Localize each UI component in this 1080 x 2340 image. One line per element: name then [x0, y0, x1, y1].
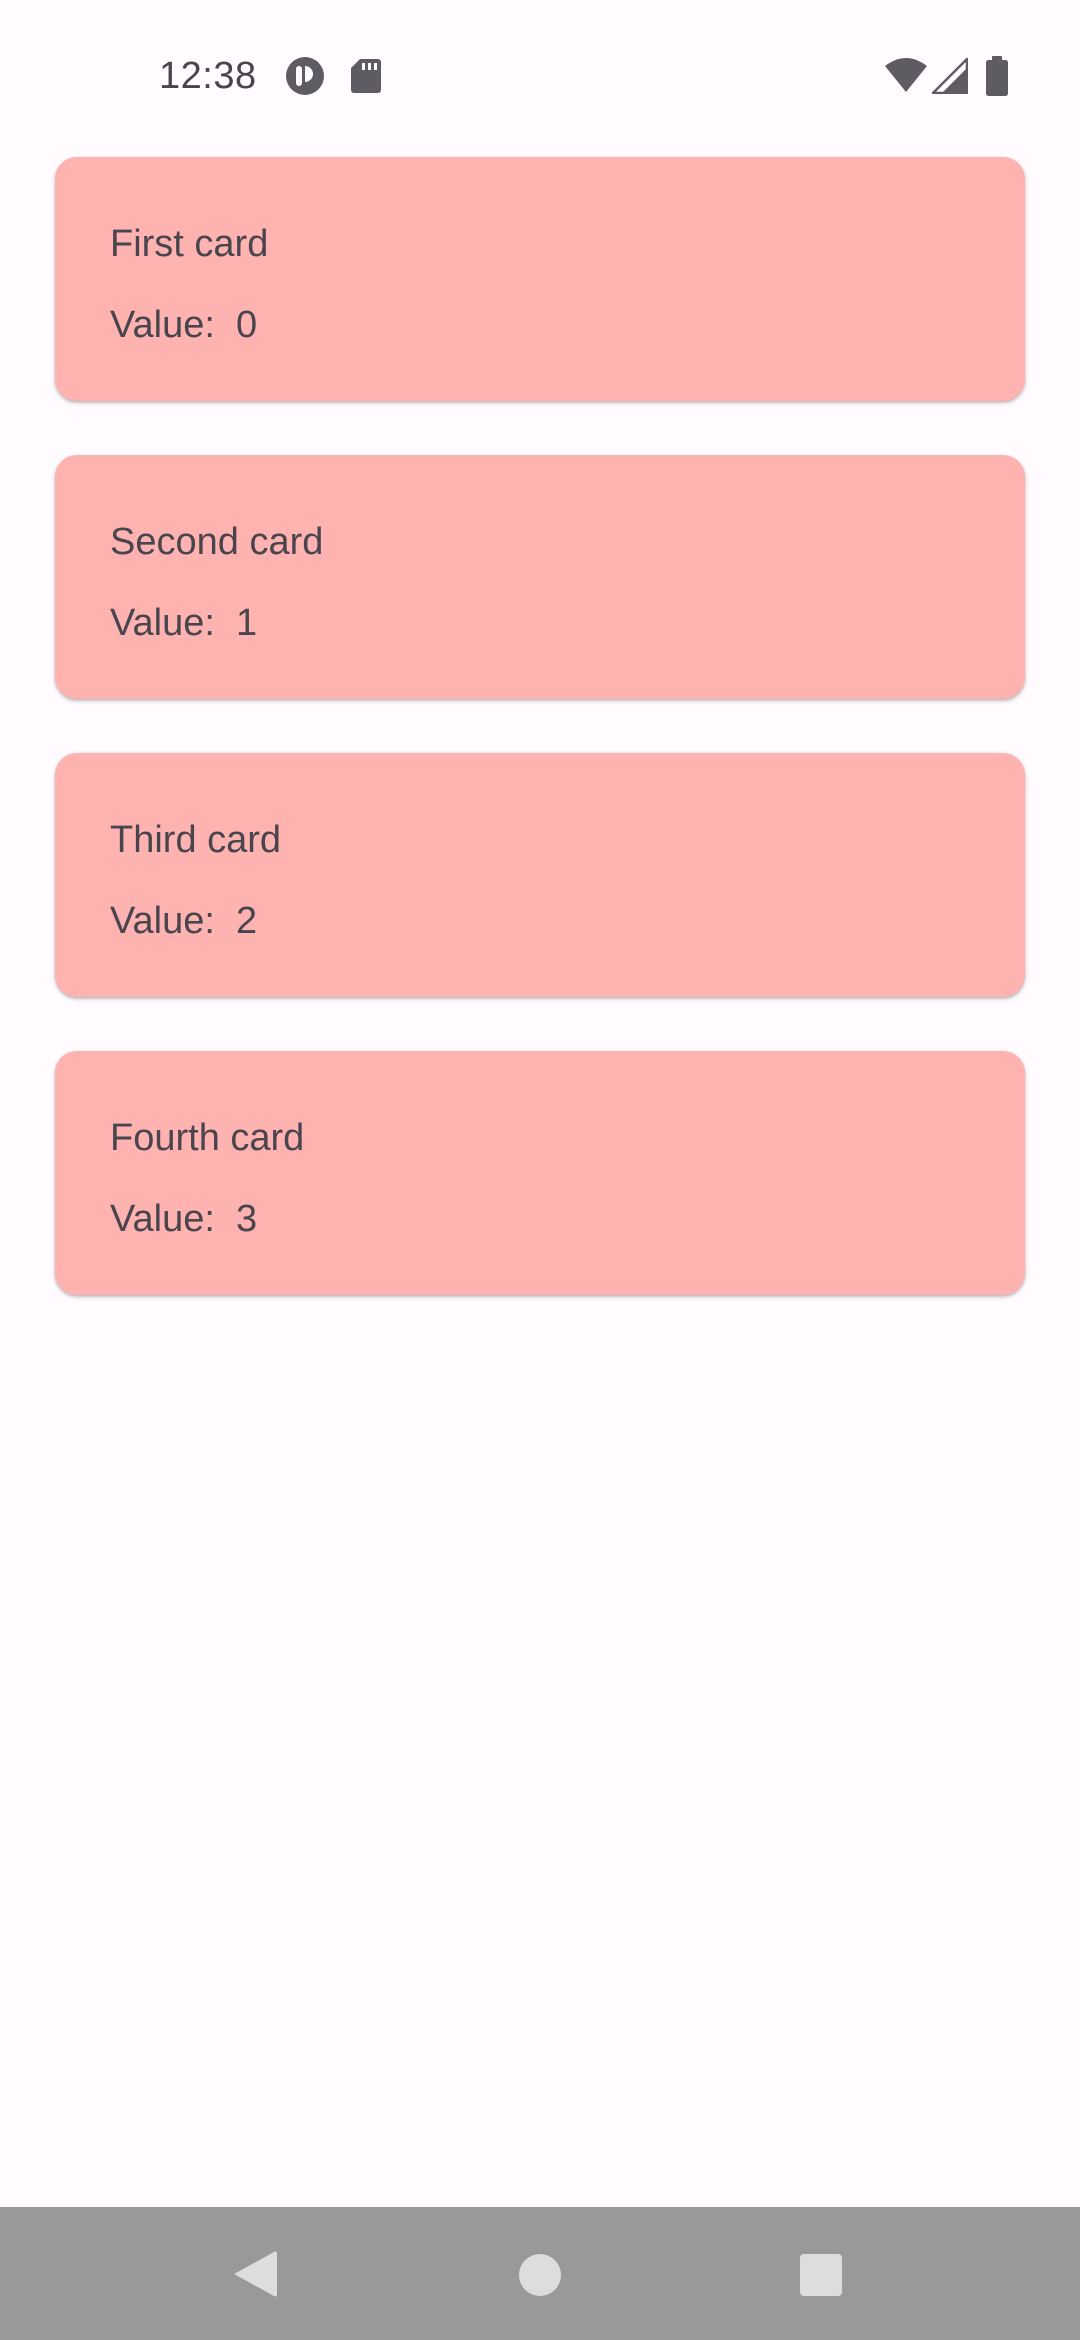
card-third[interactable]: Third card Value: 2 [55, 753, 1025, 997]
back-icon[interactable] [232, 2249, 278, 2299]
card-second[interactable]: Second card Value: 1 [55, 455, 1025, 699]
status-time: 12:38 [159, 55, 257, 97]
card-title: Fourth card [110, 1117, 305, 1159]
card-first[interactable]: First card Value: 0 [55, 157, 1025, 401]
battery-icon [986, 56, 1008, 96]
app-notification-icon [286, 57, 324, 95]
card-value: Value: 2 [110, 900, 258, 942]
recents-icon[interactable] [800, 2254, 842, 2296]
cell-signal-icon [932, 58, 968, 94]
status-bar: 12:38 [0, 0, 1080, 150]
card-value: Value: 1 [110, 602, 258, 644]
wifi-icon [885, 58, 927, 92]
card-list: First card Value: 0 Second card Value: 1… [55, 157, 1025, 1349]
card-fourth[interactable]: Fourth card Value: 3 [55, 1051, 1025, 1295]
sd-card-icon [351, 59, 381, 93]
card-title: Third card [110, 819, 282, 861]
card-value: Value: 0 [110, 304, 258, 346]
card-title: First card [110, 223, 269, 265]
card-value: Value: 3 [110, 1198, 258, 1240]
card-title: Second card [110, 521, 324, 563]
navigation-bar [0, 2207, 1080, 2340]
home-icon[interactable] [518, 2253, 562, 2297]
